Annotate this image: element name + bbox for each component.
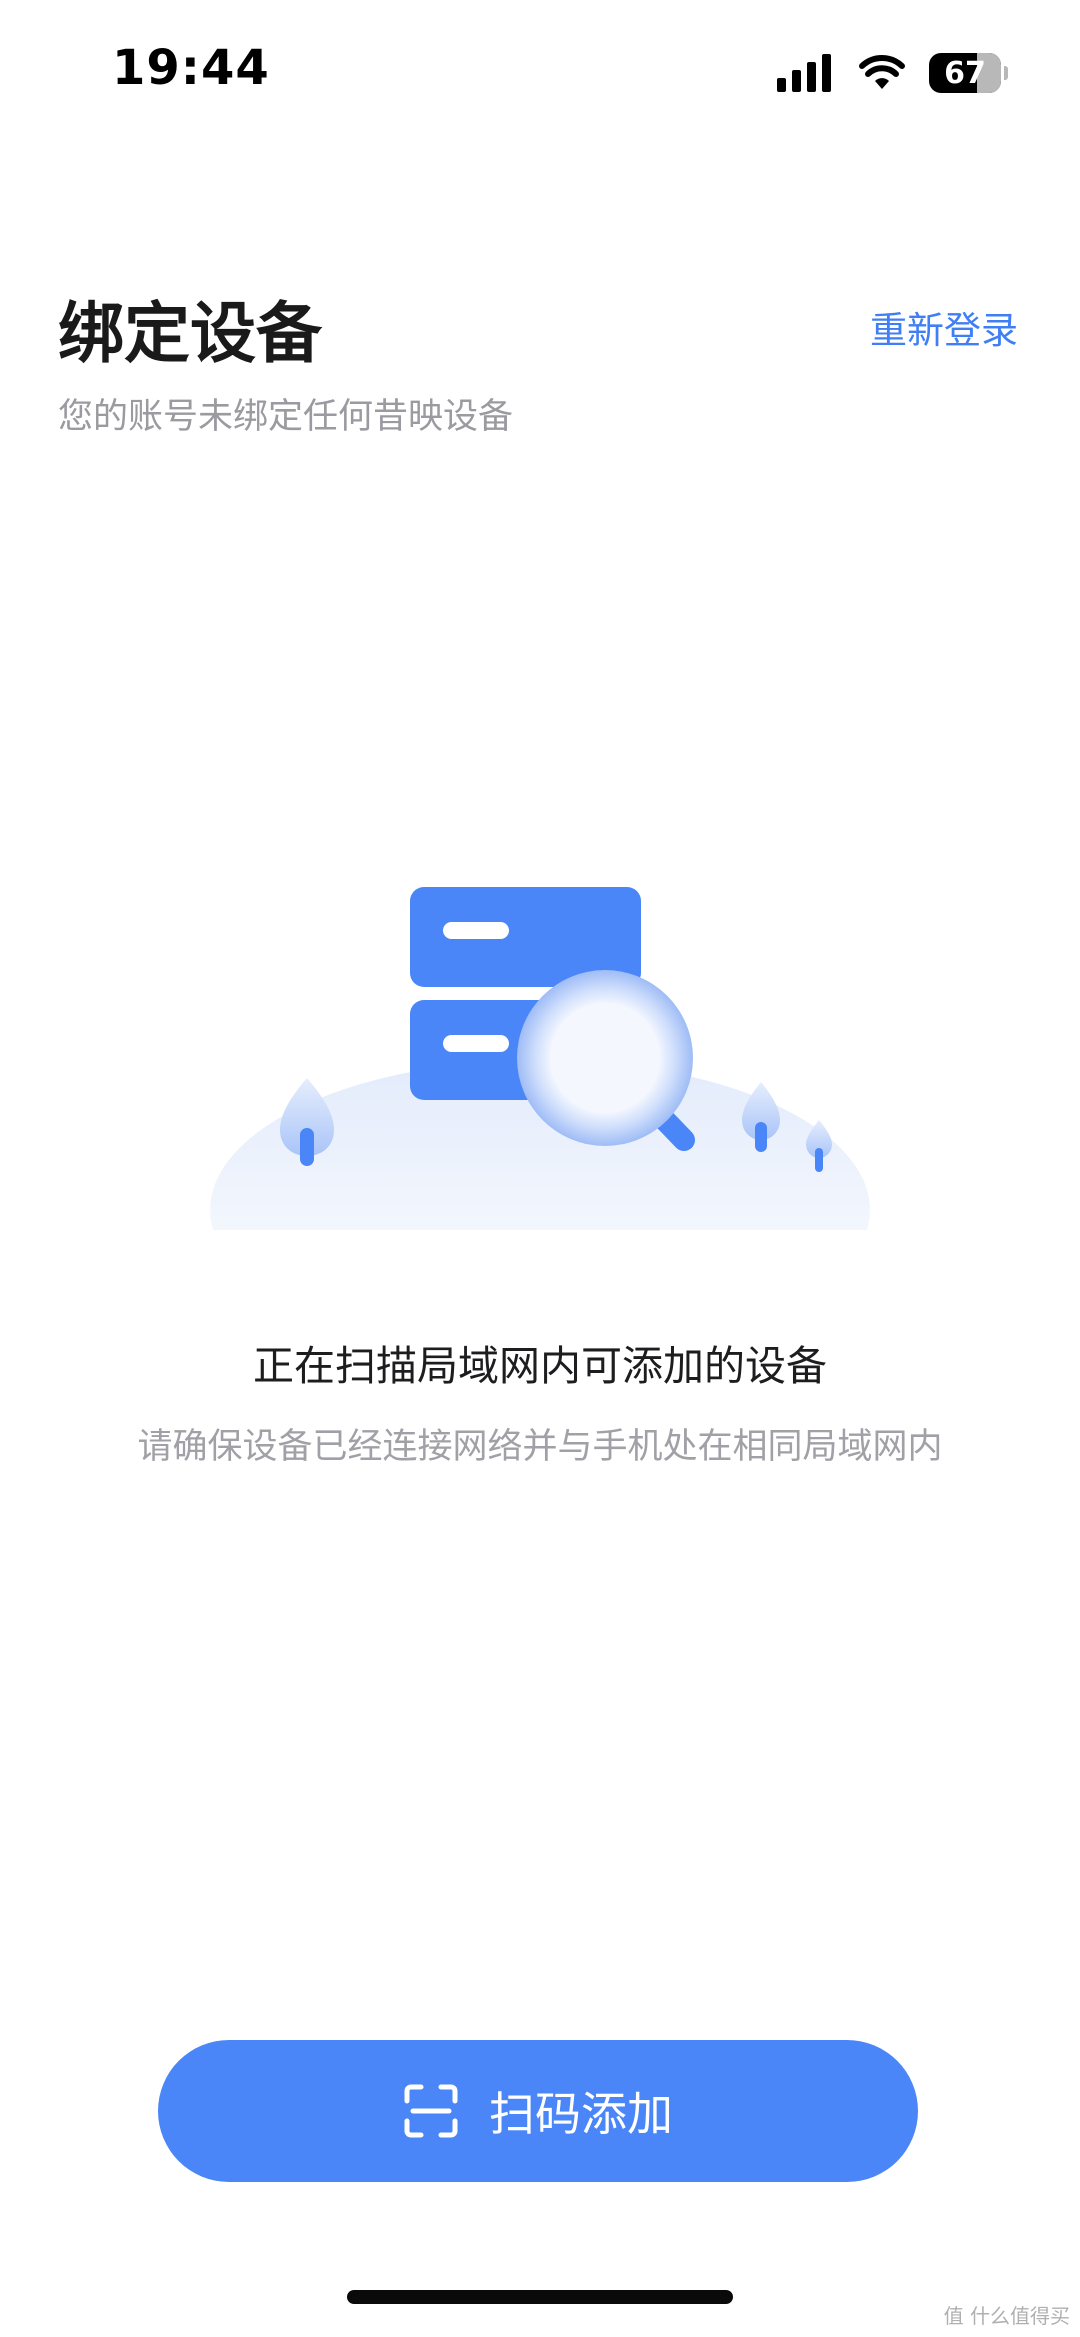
scan-add-label: 扫码添加 [489, 2087, 673, 2141]
status-time: 19:44 [112, 40, 270, 96]
scan-status-title: 正在扫描局域网内可添加的设备 [253, 1342, 827, 1390]
scan-add-button[interactable]: 扫码添加 [158, 2040, 918, 2182]
wifi-icon [859, 55, 905, 89]
battery-cap [1004, 66, 1008, 80]
watermark: 值 什么值得买 [943, 2304, 1070, 2328]
battery-icon: 67 [929, 53, 1001, 93]
page-title: 绑定设备 [58, 295, 322, 372]
qr-scan-icon [403, 2083, 459, 2139]
device-search-illustration [210, 887, 870, 1260]
home-indicator[interactable] [347, 2290, 733, 2304]
battery-percent: 67 [944, 55, 986, 91]
relogin-link[interactable]: 重新登录 [870, 300, 1018, 354]
status-icons: 67 [777, 50, 1008, 96]
page-subtitle: 您的账号未绑定任何昔映设备 [58, 397, 514, 437]
signal-icon [777, 54, 831, 92]
scan-status-hint: 请确保设备已经连接网络并与手机处在相同局域网内 [137, 1427, 943, 1467]
status-bar: 19:44 67 [0, 0, 1080, 140]
